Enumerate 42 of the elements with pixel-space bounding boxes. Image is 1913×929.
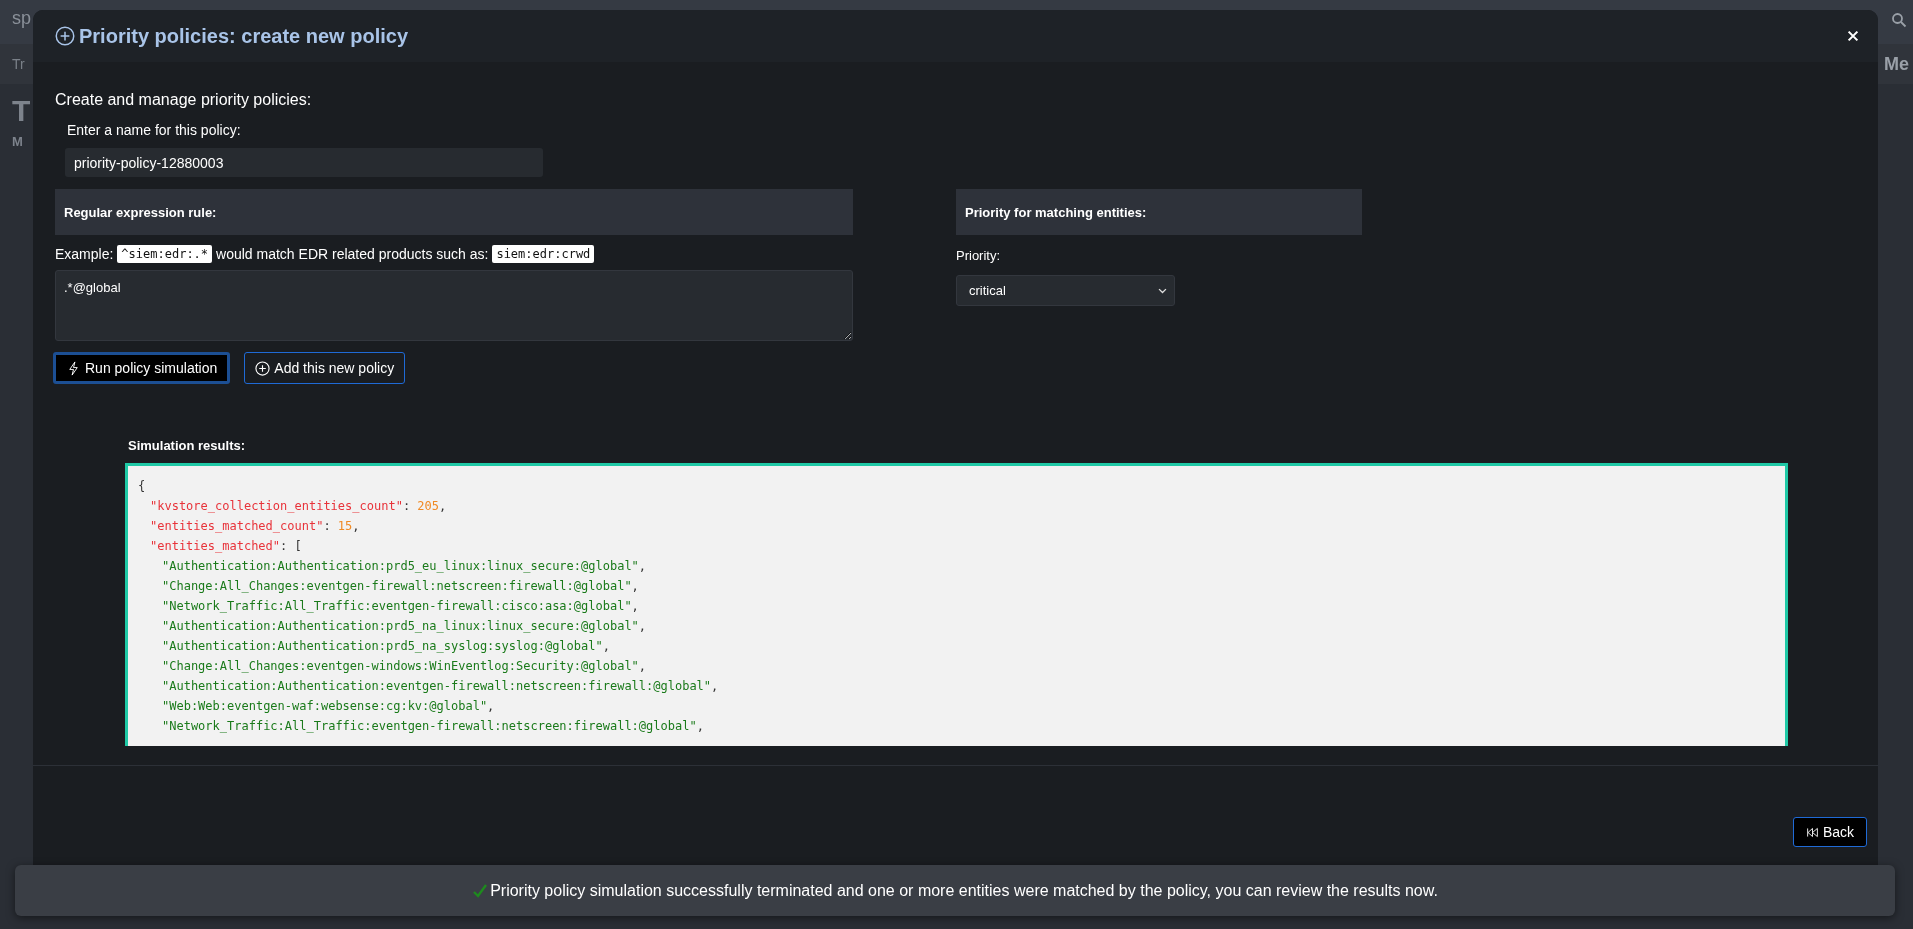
- page-title: T: [12, 94, 31, 128]
- brand-text: sp: [12, 8, 31, 29]
- rewind-icon: [1805, 825, 1819, 839]
- code-line: {: [138, 478, 146, 495]
- check-icon: [472, 882, 489, 899]
- search-icon: [1891, 12, 1907, 28]
- code-line: "Change:All_Changes:eventgen-windows:WinEventlog:Security:@global",: [162, 658, 647, 675]
- code-line: "entities_matched_count": 15,: [150, 518, 360, 535]
- back-button[interactable]: Back: [1792, 817, 1867, 847]
- lightning-icon: [66, 360, 81, 376]
- code-line: "Network_Traffic:All_Traffic:eventgen-firewall:netscreen:firewall:@global",: [162, 718, 704, 735]
- code-snippet: ^siem:edr:.*: [117, 245, 213, 263]
- section-header: Priority for matching entities:: [956, 189, 1362, 235]
- code-line: "entities_matched": [: [150, 538, 302, 555]
- section-header: Regular expression rule:: [55, 189, 853, 235]
- priority-select[interactable]: critical: [956, 275, 1175, 306]
- plus-circle-icon: [55, 26, 75, 46]
- name-field[interactable]: priority-policy-12880003: [65, 148, 543, 177]
- nav-item[interactable]: Me: [1884, 53, 1909, 75]
- field-label: Enter a name for this policy:: [67, 122, 242, 138]
- code-line: "Authentication:Authentication:prd5_na_linux:linux_secure:@global",: [162, 618, 647, 635]
- code-snippet: siem:edr:crwd: [492, 245, 595, 263]
- code-line: "Authentication:Authentication:prd5_na_syslog:syslog:@global",: [162, 638, 610, 655]
- code-line: "Authentication:Authentication:eventgen-firewall:netscreen:firewall:@global",: [162, 678, 719, 695]
- code-line: "Web:Web:eventgen-waf:websense:cg:kv:@global",: [162, 698, 495, 715]
- run-simulation-button[interactable]: Run policy simulation: [53, 352, 231, 384]
- code-line: "Authentication:Authentication:prd5_eu_linux:linux_secure:@global",: [162, 558, 647, 575]
- add-policy-button[interactable]: Add this new policy: [244, 352, 406, 384]
- intro-text: Create and manage priority policies:: [55, 90, 313, 110]
- code-line: "kvstore_collection_entities_count": 205,: [150, 498, 447, 515]
- example-text: would match EDR related products such as:: [216, 246, 489, 262]
- code-line: "Change:All_Changes:eventgen-firewall:netscreen:firewall:@global",: [162, 578, 639, 595]
- results-label: Simulation results:: [128, 438, 247, 454]
- modal-title: Priority policies: create new policy: [79, 24, 408, 48]
- plus-circle-icon: [255, 360, 271, 376]
- code-line: "Network_Traffic:All_Traffic:eventgen-firewall:cisco:asa:@global",: [162, 598, 639, 615]
- field-label: Priority:: [956, 248, 1002, 264]
- page-subtitle: M: [12, 134, 23, 149]
- notification-text: Priority policy simulation successfully terminated and one or more entities were matched by the policy, you can review the results now.: [490, 881, 1438, 900]
- regex-field[interactable]: .*@global: [55, 270, 853, 341]
- example-text: Example:: [55, 246, 114, 262]
- close-icon: [1846, 29, 1860, 43]
